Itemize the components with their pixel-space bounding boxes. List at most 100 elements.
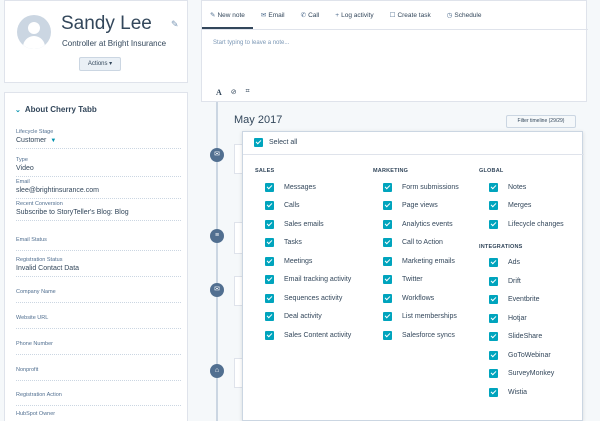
filter-option[interactable]: Tasks	[255, 234, 351, 253]
checkbox[interactable]	[265, 312, 274, 322]
property-label: Email	[16, 179, 30, 185]
filter-option[interactable]: Sequences activity	[255, 289, 351, 308]
select-all-option[interactable]: Select all	[254, 138, 297, 147]
tab-log-activity[interactable]: + Log activity	[327, 1, 381, 29]
property-registration-action[interactable]: Registration Action	[16, 392, 181, 406]
filter-option[interactable]: Page views	[373, 197, 459, 216]
property-recent-conversion[interactable]: Recent Conversion Subscribe to StoryTelle…	[16, 201, 181, 221]
tab-call[interactable]: ✆ Call	[293, 1, 328, 29]
checkbox[interactable]	[265, 182, 274, 192]
property-registration-status[interactable]: Registration Status Invalid Contact Data	[16, 257, 181, 277]
note-input[interactable]: Start typing to leave a note...	[213, 40, 289, 46]
attachment-icon[interactable]: ⌗	[246, 88, 250, 97]
checkbox[interactable]	[383, 293, 392, 303]
checkbox[interactable]	[489, 369, 498, 379]
filter-section-heading: GLOBAL	[479, 168, 504, 174]
property-email[interactable]: Email slee@brightinsurance.com	[16, 179, 181, 199]
tab-new-note[interactable]: ✎ New note	[202, 1, 253, 29]
filter-option[interactable]: Notes	[479, 178, 564, 197]
filter-option[interactable]: Hotjar	[479, 309, 564, 328]
filter-option[interactable]: Call to Action	[373, 234, 459, 253]
checkbox[interactable]	[265, 293, 274, 303]
filter-option[interactable]: Twitter	[373, 271, 459, 290]
filter-option-label: Tasks	[284, 239, 302, 247]
property-email-status[interactable]: Email Status	[16, 237, 181, 251]
filter-option[interactable]: Lifecycle changes	[479, 215, 564, 234]
property-type[interactable]: Type Video	[16, 157, 181, 177]
checkbox[interactable]	[489, 295, 498, 305]
filter-column: SALES Messages Calls Sales emails Tasks Meeti…	[255, 168, 351, 345]
activity-tabs: ✎ New note ✉ Email ✆ Call + Log activity ☐ Create…	[202, 1, 588, 30]
property-nonprofit[interactable]: Nonprofit	[16, 367, 181, 381]
property-company-name[interactable]: Company Name	[16, 289, 181, 303]
checkbox[interactable]	[265, 219, 274, 229]
filter-option[interactable]: Marketing emails	[373, 252, 459, 271]
checkbox[interactable]	[383, 256, 392, 266]
property-phone-number[interactable]: Phone Number	[16, 341, 181, 355]
checkbox[interactable]	[265, 275, 274, 285]
checkbox[interactable]	[383, 330, 392, 340]
filter-option[interactable]: Salesforce syncs	[373, 326, 459, 345]
filter-option[interactable]: Eventbrite	[479, 291, 564, 310]
checkbox[interactable]	[489, 258, 498, 268]
filter-option-label: Lifecycle changes	[508, 220, 564, 228]
filter-option-label: Form submissions	[402, 183, 459, 191]
filter-option-label: Meetings	[284, 257, 313, 265]
checkbox[interactable]	[265, 330, 274, 340]
filter-option[interactable]: Ads	[479, 254, 564, 273]
filter-option[interactable]: Meetings	[255, 252, 351, 271]
checkbox[interactable]	[265, 201, 274, 211]
filter-option[interactable]: Form submissions	[373, 178, 459, 197]
property-website-url[interactable]: Website URL	[16, 315, 181, 329]
checkbox[interactable]	[265, 238, 274, 248]
checkbox[interactable]	[383, 201, 392, 211]
checkbox[interactable]	[489, 313, 498, 323]
actions-button[interactable]: Actions ▾	[79, 57, 121, 71]
filter-option[interactable]: List memberships	[373, 308, 459, 327]
checkbox[interactable]	[489, 332, 498, 342]
filter-timeline-button[interactable]: Filter timeline (29/29)	[506, 115, 576, 128]
filter-option[interactable]: Deal activity	[255, 308, 351, 327]
checkbox[interactable]	[383, 182, 392, 192]
filter-option[interactable]: Analytics events	[373, 215, 459, 234]
timeline-month: May 2017	[234, 114, 283, 126]
property-lifecycle-stage[interactable]: Lifecycle Stage Customer ▼	[16, 129, 181, 149]
checkbox[interactable]	[489, 201, 498, 211]
checkbox[interactable]	[489, 219, 498, 229]
filter-option[interactable]: Calls	[255, 197, 351, 216]
filter-option[interactable]: Email tracking activity	[255, 271, 351, 290]
filter-option[interactable]: SlideShare	[479, 328, 564, 347]
edit-pencil-icon[interactable]: ✎	[171, 19, 179, 30]
tab-schedule[interactable]: ◷ Schedule	[439, 1, 490, 29]
filter-option[interactable]: GoToWebinar	[479, 346, 564, 365]
filter-option[interactable]: Wistia	[479, 383, 564, 402]
checkbox[interactable]	[489, 276, 498, 286]
filter-option[interactable]: Sales emails	[255, 215, 351, 234]
filter-option[interactable]: Merges	[479, 197, 564, 216]
home-icon: ⌂	[210, 364, 224, 378]
checkbox[interactable]	[383, 312, 392, 322]
checkbox[interactable]	[489, 350, 498, 360]
filter-option[interactable]: Drift	[479, 272, 564, 291]
filter-option[interactable]: SurveyMonkey	[479, 365, 564, 384]
checkbox[interactable]	[265, 256, 274, 266]
tab-create-task[interactable]: ☐ Create task	[382, 1, 439, 29]
checkbox[interactable]	[489, 387, 498, 397]
filter-option[interactable]: Workflows	[373, 289, 459, 308]
select-all-checkbox[interactable]	[254, 138, 263, 147]
checkbox[interactable]	[383, 219, 392, 229]
checkbox[interactable]	[489, 182, 498, 192]
checkbox[interactable]	[383, 238, 392, 248]
filter-option[interactable]: Messages	[255, 178, 351, 197]
checkbox[interactable]	[383, 275, 392, 285]
filter-option-label: Page views	[402, 202, 438, 210]
property-hubspot-owner[interactable]: HubSpot Owner	[16, 411, 181, 421]
link-icon[interactable]: ⊘	[231, 88, 237, 97]
chevron-down-icon: ⌄	[15, 107, 21, 114]
bold-icon[interactable]: A	[216, 88, 222, 97]
about-section-header[interactable]: ⌄ About Cherry Tabb	[15, 105, 97, 114]
avatar[interactable]	[17, 15, 51, 49]
filter-option[interactable]: Sales Content activity	[255, 326, 351, 345]
tab-email[interactable]: ✉ Email	[253, 1, 293, 29]
filter-option-label: Notes	[508, 183, 527, 191]
